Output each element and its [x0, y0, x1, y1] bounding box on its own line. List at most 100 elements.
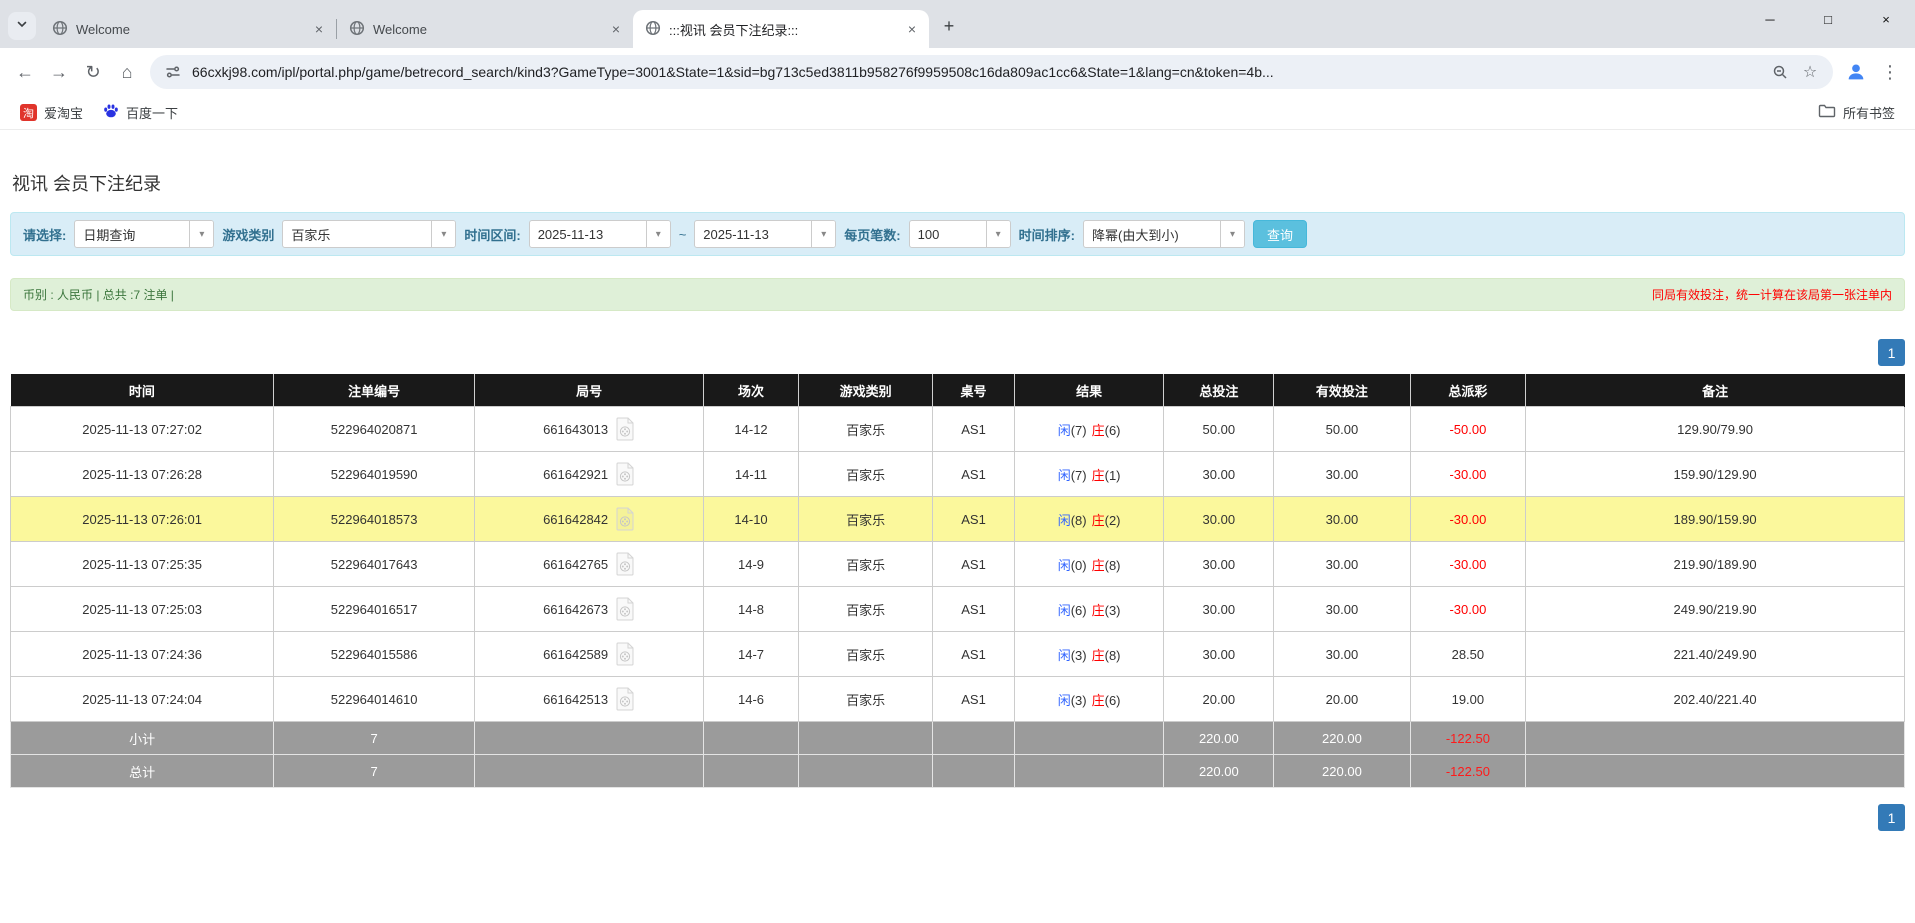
site-info-icon[interactable]: [162, 61, 184, 83]
reload-icon[interactable]: ↻: [76, 55, 110, 89]
round-bet-notice: 同局有效投注，统一计算在该局第一张注单内: [1652, 286, 1892, 303]
query-type-value: 日期查询: [75, 225, 143, 244]
date-range-label: 时间区间:: [464, 225, 520, 244]
close-icon[interactable]: ×: [310, 20, 328, 38]
subtotal-total-bet: 220.00: [1164, 722, 1274, 755]
round-number: 661642921: [543, 467, 608, 482]
page-title: 视讯 会员下注纪录: [12, 170, 1915, 196]
payout-cell: -50.00: [1410, 407, 1526, 452]
banker-result-label: 庄: [1092, 513, 1105, 528]
bookmark-taobao[interactable]: 淘 爱淘宝: [12, 99, 91, 126]
chevron-down-icon: ▾: [811, 221, 835, 247]
date-to-select[interactable]: 2025-11-13 ▾: [694, 220, 836, 248]
home-icon[interactable]: ⌂: [110, 55, 144, 89]
banker-result-value: (3): [1105, 603, 1121, 618]
table-header-row: 时间 注单编号 局号 场次 游戏类别 桌号 结果 总投注 有效投注 总派彩 备注: [11, 375, 1905, 407]
round-cell: 661642673: [475, 587, 704, 632]
note-cell: 202.40/221.40: [1526, 677, 1905, 722]
table-number-cell: AS1: [933, 677, 1014, 722]
video-record-icon[interactable]: [615, 462, 635, 486]
close-window-icon[interactable]: ×: [1857, 0, 1915, 38]
valid-bet-cell: 20.00: [1274, 677, 1410, 722]
subtotal-count: 7: [274, 722, 475, 755]
game-type-select[interactable]: 百家乐 ▾: [282, 220, 456, 248]
total-payout: -122.50: [1410, 755, 1526, 788]
empty-cell: [704, 755, 799, 788]
chevron-down-icon: ▾: [986, 221, 1010, 247]
chevron-down-icon: ▾: [189, 221, 213, 247]
video-record-icon[interactable]: [615, 417, 635, 441]
table-row: 2025-11-13 07:24:04 522964014610 6616425…: [11, 677, 1905, 722]
page-1-button[interactable]: 1: [1878, 339, 1905, 366]
bookmark-baidu[interactable]: 百度一下: [95, 99, 186, 126]
close-icon[interactable]: ×: [903, 20, 921, 38]
payout-cell: -30.00: [1410, 497, 1526, 542]
tab-welcome-2[interactable]: Welcome ×: [337, 10, 633, 48]
game-type-value: 百家乐: [283, 225, 338, 244]
player-result-value: (8): [1071, 513, 1087, 528]
player-result-label: 闲: [1058, 558, 1071, 573]
page-1-button[interactable]: 1: [1878, 804, 1905, 831]
tab-search-button[interactable]: [8, 12, 36, 40]
header-note: 备注: [1526, 375, 1905, 407]
close-icon[interactable]: ×: [607, 20, 625, 38]
navigation-bar: ← → ↻ ⌂ 66cxkj98.com/ipl/portal.php/game…: [0, 48, 1915, 96]
minimize-icon[interactable]: ─: [1741, 0, 1799, 38]
chevron-down-icon: ▾: [646, 221, 670, 247]
new-tab-button[interactable]: +: [935, 12, 963, 40]
player-result-value: (3): [1071, 648, 1087, 663]
table-body: 2025-11-13 07:27:02 522964020871 6616430…: [11, 407, 1905, 722]
header-game-type: 游戏类别: [798, 375, 932, 407]
time-cell: 2025-11-13 07:26:28: [11, 452, 274, 497]
url-text[interactable]: 66cxkj98.com/ipl/portal.php/game/betreco…: [192, 64, 1761, 80]
globe-icon: [52, 20, 68, 39]
zoom-icon[interactable]: [1769, 61, 1791, 83]
total-bet-cell: 20.00: [1164, 677, 1274, 722]
address-bar[interactable]: 66cxkj98.com/ipl/portal.php/game/betreco…: [150, 55, 1833, 89]
video-record-icon[interactable]: [615, 642, 635, 666]
query-type-select[interactable]: 日期查询 ▾: [74, 220, 214, 248]
sort-order-select[interactable]: 降幂(由大到小) ▾: [1083, 220, 1245, 248]
payout-cell: -30.00: [1410, 452, 1526, 497]
page-size-select[interactable]: 100 ▾: [909, 220, 1011, 248]
all-bookmarks-button[interactable]: 所有书签: [1810, 99, 1903, 126]
game-type-cell: 百家乐: [798, 542, 932, 587]
video-record-icon[interactable]: [615, 687, 635, 711]
date-from-select[interactable]: 2025-11-13 ▾: [529, 220, 671, 248]
tab-welcome-1[interactable]: Welcome ×: [40, 10, 336, 48]
maximize-icon[interactable]: □: [1799, 0, 1857, 38]
table-row: 2025-11-13 07:27:02 522964020871 6616430…: [11, 407, 1905, 452]
empty-cell: [933, 755, 1014, 788]
round-number: 661642589: [543, 647, 608, 662]
round-cell: 661642842: [475, 497, 704, 542]
result-cell: 闲(3)庄(6): [1014, 677, 1164, 722]
video-record-icon[interactable]: [615, 552, 635, 576]
star-icon[interactable]: ☆: [1799, 61, 1821, 83]
back-icon[interactable]: ←: [8, 55, 42, 89]
player-result-label: 闲: [1058, 423, 1071, 438]
date-from-value: 2025-11-13: [530, 227, 612, 242]
avatar[interactable]: [1839, 55, 1873, 89]
currency-summary: 币别 : 人民币 | 总共 :7 注单 |: [23, 286, 174, 303]
video-record-icon[interactable]: [615, 597, 635, 621]
search-button[interactable]: 查询: [1253, 220, 1307, 248]
bet-id-cell: 522964015586: [274, 632, 475, 677]
round-cell: 661642513: [475, 677, 704, 722]
round-cell: 661642921: [475, 452, 704, 497]
banker-result-value: (1): [1105, 468, 1121, 483]
note-cell: 129.90/79.90: [1526, 407, 1905, 452]
total-row: 总计 7 220.00 220.00 -122.50: [11, 755, 1905, 788]
empty-cell: [1014, 722, 1164, 755]
page-size-label: 每页笔数:: [844, 225, 900, 244]
bet-id-cell: 522964016517: [274, 587, 475, 632]
time-cell: 2025-11-13 07:24:04: [11, 677, 274, 722]
session-cell: 14-8: [704, 587, 799, 632]
total-bet-cell: 50.00: [1164, 407, 1274, 452]
note-cell: 159.90/129.90: [1526, 452, 1905, 497]
forward-icon[interactable]: →: [42, 55, 76, 89]
menu-kebab-icon[interactable]: ⋮: [1873, 55, 1907, 89]
video-record-icon[interactable]: [615, 507, 635, 531]
tab-betrecord-active[interactable]: :::视讯 会员下注纪录::: ×: [633, 10, 929, 48]
empty-cell: [475, 722, 704, 755]
table-number-cell: AS1: [933, 587, 1014, 632]
